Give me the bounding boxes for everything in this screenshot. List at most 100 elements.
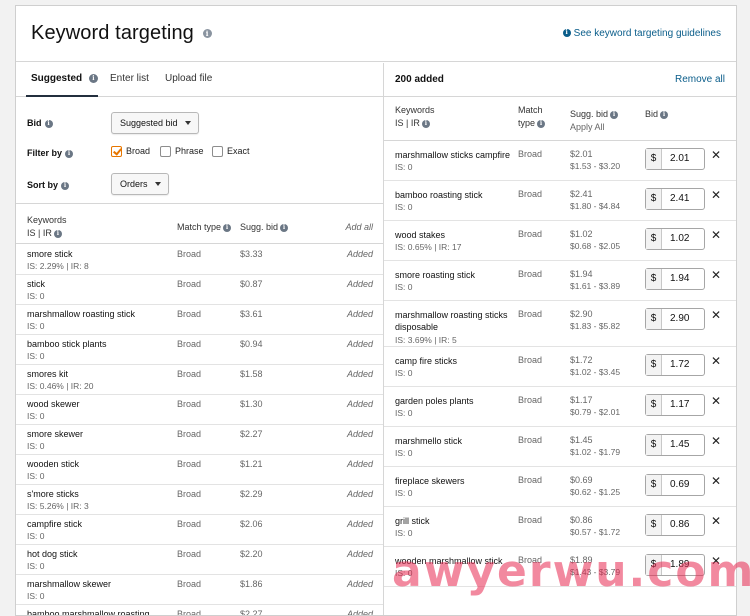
checkbox-checked-icon (111, 146, 122, 158)
remove-all-link[interactable]: Remove all (675, 74, 725, 85)
suggested-bid: $1.45 (570, 435, 593, 445)
bid-value[interactable]: 0.86 (670, 515, 689, 535)
impression-share: IS: 0 (395, 202, 413, 212)
close-icon[interactable]: ✕ (711, 355, 721, 367)
currency-symbol: $ (646, 269, 662, 289)
bid-input[interactable]: $2.01 (645, 148, 705, 170)
close-icon[interactable]: ✕ (711, 269, 721, 281)
match-type: Broad (518, 309, 543, 319)
bid-input[interactable]: $1.72 (645, 354, 705, 376)
bid-value[interactable]: 2.01 (670, 149, 689, 169)
bid-value[interactable]: 2.41 (670, 189, 689, 209)
match-type: Broad (177, 279, 202, 289)
info-icon[interactable]: i (223, 223, 232, 232)
match-type: Broad (177, 549, 202, 559)
added-status: Added (346, 489, 373, 499)
bid-value[interactable]: 0.69 (670, 475, 689, 495)
info-icon[interactable]: i (537, 119, 546, 128)
add-all-button[interactable]: Add all (345, 222, 373, 232)
bid-value[interactable]: 1.02 (670, 229, 689, 249)
filter-phrase-checkbox[interactable]: Phrase (160, 146, 204, 158)
suggestions-table-body: smore stick IS: 2.29% | IR: 8 Broad $3.33 Ad… (16, 245, 383, 615)
currency-symbol: $ (646, 229, 662, 249)
keyword-text: s'more sticks (27, 489, 79, 499)
col-match-type: Match type i (177, 222, 232, 232)
close-icon[interactable]: ✕ (711, 229, 721, 241)
apply-all-link[interactable]: Apply All (570, 122, 605, 132)
keyword-text: grill stick (395, 516, 430, 526)
suggested-bid: $0.94 (240, 339, 263, 349)
suggested-bid: $1.94 (570, 269, 593, 279)
checkbox-icon (212, 146, 223, 158)
tab-enter-list[interactable]: Enter list (110, 73, 149, 84)
col-sugg-bid: Sugg. bid i (240, 222, 289, 232)
keyword-text: bamboo roasting stick (395, 190, 483, 200)
keyword-text: marshmallow roasting sticks disposable (395, 310, 508, 332)
bid-value[interactable]: 2.90 (670, 309, 689, 329)
bid-input[interactable]: $1.94 (645, 268, 705, 290)
close-icon[interactable]: ✕ (711, 515, 721, 527)
guidelines-link[interactable]: i See keyword targeting guidelines (562, 28, 721, 39)
match-type: Broad (518, 515, 543, 525)
suggested-bid: $1.30 (240, 399, 263, 409)
tab-upload-file[interactable]: Upload file (165, 73, 212, 84)
bid-input[interactable]: $0.86 (645, 514, 705, 536)
tab-suggested[interactable]: Suggested i (31, 73, 98, 84)
col-is-ir: IS | IR i (395, 118, 430, 128)
bid-label: Bid i (27, 118, 53, 128)
impression-share: IS: 0 (395, 448, 413, 458)
info-icon[interactable]: i (53, 229, 62, 238)
close-icon[interactable]: ✕ (711, 189, 721, 201)
bid-input[interactable]: $2.90 (645, 308, 705, 330)
table-row: s'more sticks IS: 5.26% | IR: 3 Broad $2.29… (16, 485, 383, 515)
info-icon[interactable]: i (610, 110, 619, 119)
close-icon[interactable]: ✕ (711, 475, 721, 487)
table-row: bamboo roasting stick IS: 0 Broad $2.41 $1.8… (384, 181, 736, 221)
added-status: Added (346, 279, 373, 289)
table-row: grill stick IS: 0 Broad $0.86 $0.57 - $1.72 $… (384, 507, 736, 547)
info-icon[interactable]: i (202, 29, 212, 39)
filter-label: Filter by i (27, 148, 74, 158)
info-icon[interactable]: i (280, 223, 289, 232)
filter-broad-checkbox[interactable]: Broad (111, 146, 150, 158)
bid-value[interactable]: 1.17 (670, 395, 689, 415)
table-row: bamboo stick plants IS: 0 Broad $0.94 Added (16, 335, 383, 365)
suggested-bid: $3.61 (240, 309, 263, 319)
impression-share: IS: 0 (395, 528, 413, 538)
close-icon[interactable]: ✕ (711, 149, 721, 161)
tab-bar: Suggested i Enter list Upload file (16, 63, 383, 97)
match-type: Broad (518, 395, 543, 405)
impression-share: IS: 0 (27, 441, 45, 451)
sort-dropdown[interactable]: Orders (111, 173, 169, 195)
info-icon[interactable]: i (44, 119, 53, 128)
bid-dropdown[interactable]: Suggested bid (111, 112, 199, 134)
bid-input[interactable]: $1.17 (645, 394, 705, 416)
keyword-text: wooden stick (27, 459, 80, 469)
match-type: Broad (518, 269, 543, 279)
table-row: marshmallow sticks campfire IS: 0 Broad $2.… (384, 141, 736, 181)
close-icon[interactable]: ✕ (711, 435, 721, 447)
close-icon[interactable]: ✕ (711, 395, 721, 407)
filter-exact-checkbox[interactable]: Exact (212, 146, 250, 158)
match-type: Broad (177, 519, 202, 529)
keyword-text: marshmallow sticks campfire (395, 150, 511, 160)
bid-input[interactable]: $2.41 (645, 188, 705, 210)
bid-input[interactable]: $1.45 (645, 434, 705, 456)
impression-share: IS: 0 (395, 408, 413, 418)
bid-input[interactable]: $1.02 (645, 228, 705, 250)
close-icon[interactable]: ✕ (711, 309, 721, 321)
bid-value[interactable]: 1.72 (670, 355, 689, 375)
info-icon[interactable]: i (61, 181, 70, 190)
info-icon[interactable]: i (660, 110, 669, 119)
info-icon[interactable]: i (65, 149, 74, 158)
bid-value[interactable]: 1.45 (670, 435, 689, 455)
impression-share: IS: 0 (27, 471, 45, 481)
info-icon[interactable]: i (421, 119, 430, 128)
bid-value[interactable]: 1.94 (670, 269, 689, 289)
bid-input[interactable]: $0.69 (645, 474, 705, 496)
keyword-targeting-panel: Keyword targeting i i See keyword targeti… (15, 5, 737, 616)
suggested-bid: $1.86 (240, 579, 263, 589)
keyword-text: smore skewer (27, 429, 84, 439)
match-type: Broad (518, 149, 543, 159)
table-row: smore skewer IS: 0 Broad $2.27 Added (16, 425, 383, 455)
